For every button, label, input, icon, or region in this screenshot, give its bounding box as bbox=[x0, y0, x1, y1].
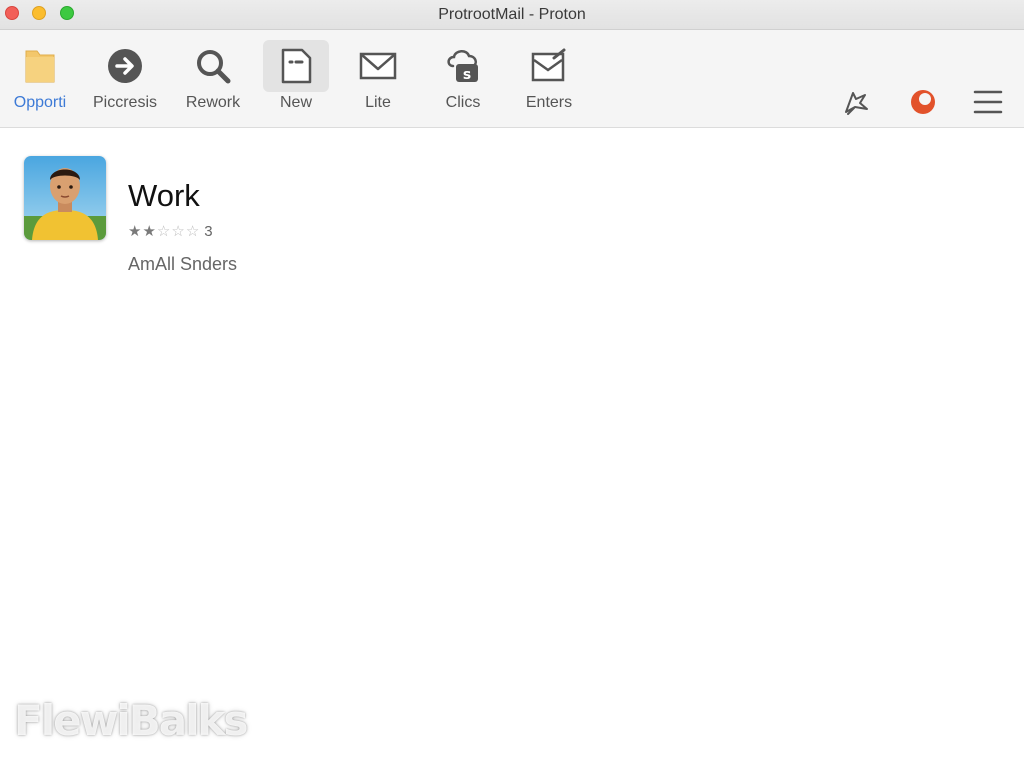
toolbar: Opporti Piccresis Rework New Lite s Clic… bbox=[0, 30, 1024, 128]
star-filled-icon: ★ bbox=[142, 223, 157, 240]
person-avatar-icon bbox=[24, 156, 106, 240]
mail-edit-icon bbox=[531, 48, 566, 82]
menu-button[interactable] bbox=[970, 84, 1006, 120]
toolbar-item-label: Enters bbox=[525, 94, 573, 111]
toolbar-item-enters[interactable]: Enters bbox=[509, 40, 589, 120]
toolbar-item-label: Opporti bbox=[13, 94, 67, 111]
rating: ★★☆☆☆ 3 bbox=[128, 224, 213, 239]
svg-text:s: s bbox=[463, 67, 471, 83]
toolbar-item-clics[interactable]: s Clics bbox=[423, 40, 503, 120]
toolbar-item-rework[interactable]: Rework bbox=[173, 40, 253, 120]
star-filled-icon: ★ bbox=[128, 223, 143, 240]
folder-icon bbox=[25, 50, 55, 83]
circle-arrow-right-icon bbox=[108, 49, 142, 83]
rating-count: 3 bbox=[204, 223, 213, 240]
cloud-lock-icon: s bbox=[447, 50, 478, 83]
toolbar-item-new[interactable]: New bbox=[256, 40, 336, 120]
send-icon bbox=[845, 92, 868, 115]
proton-logo-icon bbox=[911, 90, 935, 114]
mail-icon bbox=[359, 52, 397, 80]
toolbar-item-label: New bbox=[279, 94, 312, 111]
new-document-icon bbox=[281, 48, 312, 84]
search-icon bbox=[197, 50, 231, 84]
list-item[interactable]: Work ★★☆☆☆ 3 AmAll Snders bbox=[24, 156, 424, 274]
toolbar-item-label: Lite bbox=[365, 94, 391, 111]
toolbar-item-label: Clics bbox=[445, 94, 481, 111]
star-empty-icon: ☆ bbox=[156, 223, 172, 240]
star-empty-icon: ☆ bbox=[171, 223, 186, 240]
menu-icon bbox=[973, 90, 1003, 114]
item-subtitle: AmAll Snders bbox=[128, 254, 238, 274]
toolbar-item-opporti[interactable]: Opporti bbox=[0, 40, 80, 120]
avatar bbox=[24, 156, 106, 240]
rating-stars: ★★☆☆☆ bbox=[128, 223, 200, 240]
toolbar-item-label: Piccresis bbox=[92, 94, 157, 111]
toolbar-item-label: Rework bbox=[185, 94, 241, 111]
app-window: ProtrootMail - Proton Opporti Piccresis bbox=[0, 0, 1024, 768]
send-button[interactable] bbox=[838, 84, 874, 120]
watermark-logo: FlewiBalks bbox=[14, 696, 248, 745]
toolbar-item-piccresis[interactable]: Piccresis bbox=[85, 40, 165, 120]
window-title: ProtrootMail - Proton bbox=[438, 6, 586, 23]
toolbar-item-lite[interactable]: Lite bbox=[338, 40, 418, 120]
message-list: Work ★★☆☆☆ 3 AmAll Snders bbox=[0, 128, 1024, 768]
item-title: Work bbox=[128, 178, 200, 213]
star-empty-icon: ☆ bbox=[185, 223, 201, 240]
title-bar: ProtrootMail - Proton bbox=[0, 0, 1024, 30]
proton-account-button[interactable] bbox=[905, 84, 941, 120]
